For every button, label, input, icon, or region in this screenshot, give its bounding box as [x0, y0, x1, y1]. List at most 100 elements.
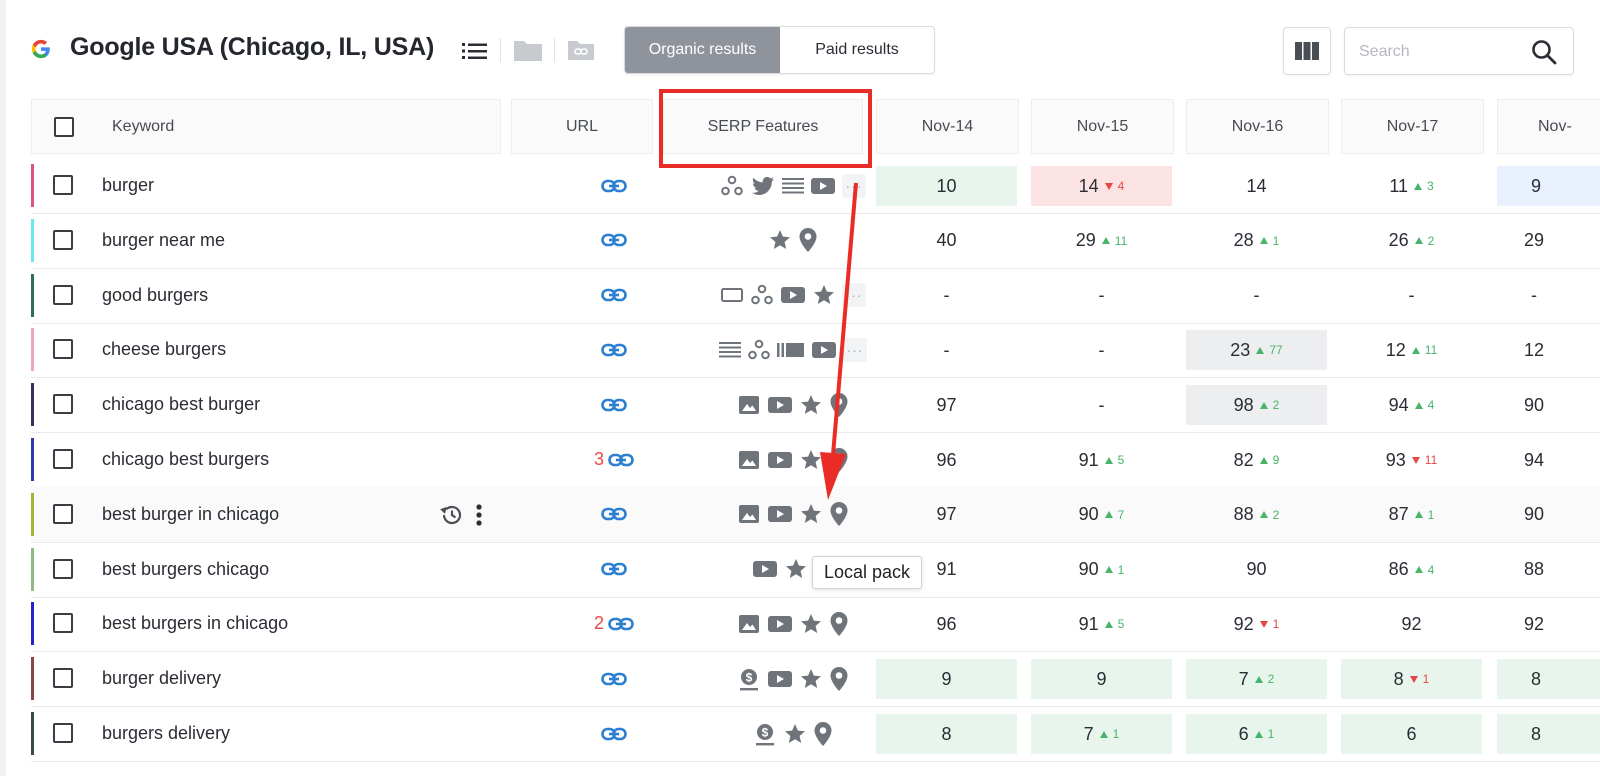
pin-icon[interactable]	[829, 392, 849, 418]
rank-cell[interactable]: 97	[876, 385, 1017, 425]
row-checkbox[interactable]	[53, 175, 73, 195]
row-checkbox[interactable]	[53, 339, 73, 360]
date-column-header[interactable]: Nov-15	[1031, 99, 1174, 154]
rank-cell[interactable]: 40	[876, 221, 1017, 261]
rank-cell[interactable]: -	[1031, 385, 1172, 425]
table-row[interactable]: chicago best burger 97 - 98 2 94 4 90	[31, 377, 1600, 434]
rank-cell[interactable]: -	[1186, 276, 1327, 316]
rank-cell[interactable]: -	[1341, 276, 1482, 316]
more-icon[interactable]: ···	[843, 337, 867, 362]
rank-cell[interactable]: 71	[1031, 714, 1172, 754]
search-input[interactable]	[1359, 40, 1519, 64]
url-cell[interactable]	[547, 268, 681, 323]
rank-cell[interactable]: 8	[1497, 714, 1600, 754]
rank-cell[interactable]: 97	[876, 495, 1017, 535]
more-icon[interactable]: ···	[842, 283, 866, 308]
rank-cell[interactable]: 9	[876, 659, 1017, 700]
rank-cell[interactable]: 14 4	[1031, 166, 1172, 206]
rank-cell[interactable]: 72	[1186, 659, 1327, 700]
row-checkbox[interactable]	[53, 394, 73, 415]
row-checkbox[interactable]	[53, 229, 73, 250]
rank-cell[interactable]: 29 11	[1031, 221, 1172, 261]
folder-link-icon[interactable]	[567, 38, 595, 62]
rank-cell[interactable]: 12	[1497, 330, 1600, 370]
date-column-header[interactable]: Nov-	[1497, 99, 1600, 154]
url-cell[interactable]	[547, 651, 681, 706]
row-checkbox[interactable]	[53, 558, 73, 579]
rank-cell[interactable]: 14	[1186, 166, 1327, 206]
rank-cell[interactable]: -	[876, 330, 1017, 370]
tab-organic-results[interactable]: Organic results	[625, 27, 780, 73]
url-cell[interactable]	[547, 377, 681, 432]
rank-cell[interactable]: 92	[1341, 604, 1482, 644]
rank-cell[interactable]: 86 4	[1341, 550, 1482, 590]
table-row[interactable]: best burger in chicago 97 90 7 88 2 87 1 90	[31, 486, 1600, 543]
rank-cell[interactable]: 10	[876, 166, 1017, 206]
pin-icon[interactable]	[829, 666, 849, 692]
date-column-header[interactable]: Nov-14	[876, 99, 1019, 154]
pin-icon[interactable]	[813, 721, 833, 747]
rank-cell[interactable]: 96	[876, 440, 1017, 480]
rank-cell[interactable]: 91 5	[1031, 604, 1172, 644]
rank-cell[interactable]: 29	[1497, 221, 1600, 261]
rank-cell[interactable]: 61	[1186, 714, 1327, 754]
row-checkbox[interactable]	[53, 284, 73, 305]
rank-cell[interactable]: 90	[1186, 550, 1327, 590]
row-checkbox[interactable]	[53, 503, 73, 524]
rank-cell[interactable]: 8	[876, 714, 1017, 754]
rank-cell[interactable]: 82 9	[1186, 440, 1327, 480]
pin-icon[interactable]	[829, 501, 849, 527]
rank-cell[interactable]: 12 11	[1341, 330, 1482, 370]
history-icon[interactable]	[439, 502, 465, 528]
rank-cell[interactable]: -	[1031, 330, 1172, 370]
rank-cell[interactable]: 93 11	[1341, 440, 1482, 480]
rank-cell[interactable]: 8	[1497, 659, 1600, 700]
more-options-icon[interactable]	[473, 502, 485, 528]
rank-cell[interactable]: 9	[1497, 166, 1600, 206]
table-row[interactable]: burger delivery $9 9 7 2 8 1 8	[31, 651, 1600, 708]
row-checkbox[interactable]	[53, 668, 73, 689]
table-row[interactable]: best burgers in chicago 2 96 91 5 92 1 92 92	[31, 596, 1600, 653]
url-column-header[interactable]: URL	[511, 99, 653, 154]
columns-button[interactable]	[1283, 27, 1331, 75]
url-cell[interactable]	[547, 213, 681, 268]
rank-cell[interactable]: 88 2	[1186, 495, 1327, 535]
rank-cell[interactable]: 90	[1497, 495, 1600, 535]
url-cell[interactable]	[547, 487, 681, 542]
tab-paid-results[interactable]: Paid results	[780, 27, 934, 73]
rank-cell[interactable]: -	[876, 276, 1017, 316]
rank-cell[interactable]: 90 7	[1031, 495, 1172, 535]
date-column-header[interactable]: Nov-17	[1341, 99, 1484, 154]
date-column-header[interactable]: Nov-16	[1186, 99, 1329, 154]
table-row[interactable]: good burgers ··· - - - - -	[31, 268, 1600, 324]
rank-cell[interactable]: 26 2	[1341, 221, 1482, 261]
pin-icon[interactable]	[798, 227, 818, 253]
rank-cell[interactable]: 88	[1497, 550, 1600, 590]
rank-cell[interactable]: 81	[1341, 659, 1482, 700]
pin-icon[interactable]	[829, 447, 849, 473]
row-checkbox[interactable]	[53, 449, 73, 469]
search-icon[interactable]	[1531, 39, 1557, 65]
rank-cell[interactable]: 94 4	[1341, 385, 1482, 425]
rank-cell[interactable]: 96	[876, 604, 1017, 644]
rank-cell[interactable]: 28 1	[1186, 221, 1327, 261]
url-cell[interactable]	[547, 706, 681, 761]
table-row[interactable]: burgers delivery $8 7 1 6 1 6 8	[31, 706, 1600, 762]
row-checkbox[interactable]	[53, 613, 73, 634]
list-view-icon[interactable]	[462, 40, 488, 62]
folder-icon[interactable]	[513, 38, 543, 62]
pin-icon[interactable]	[829, 611, 849, 637]
url-cell[interactable]	[547, 322, 681, 377]
rank-cell[interactable]: 94	[1497, 440, 1600, 480]
table-row[interactable]: chicago best burgers 3 96 91 5 82 9 93 11 94	[31, 432, 1600, 488]
rank-cell[interactable]: 87 1	[1341, 495, 1482, 535]
rank-cell[interactable]: 9	[1031, 659, 1172, 700]
rank-cell[interactable]: 98 2	[1186, 385, 1327, 426]
rank-cell[interactable]: 11 3	[1341, 166, 1482, 206]
rank-cell[interactable]: 90 1	[1031, 550, 1172, 590]
select-all-checkbox[interactable]	[54, 117, 74, 137]
more-icon[interactable]: ···	[842, 173, 866, 198]
rank-cell[interactable]: 23 77	[1186, 330, 1327, 371]
url-cell[interactable]: 3	[547, 432, 681, 487]
rank-cell[interactable]: 92	[1497, 604, 1600, 644]
